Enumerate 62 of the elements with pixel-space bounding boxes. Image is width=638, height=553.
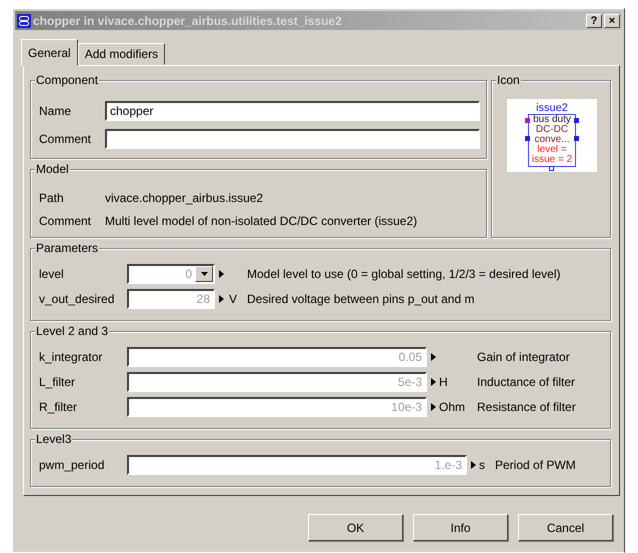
dialog-button[interactable]: OK (308, 514, 403, 541)
connector-pin (525, 136, 530, 141)
model-label: Comment (39, 214, 92, 228)
connector-pin (525, 118, 530, 123)
parameter-description: Inductance of filter (477, 374, 576, 388)
parameter-field[interactable]: 1.e-3 (127, 454, 467, 474)
parameter-label: L_filter (39, 374, 76, 388)
help-button[interactable]: ? (586, 14, 602, 28)
parameter-field[interactable]: 5e-3 (127, 372, 427, 392)
connector-pin (574, 118, 579, 123)
icon-text: conve... (534, 135, 570, 145)
field-label: Name (39, 104, 72, 118)
parameter-label: k_integrator (39, 350, 104, 364)
unit-label: V (229, 292, 238, 306)
model-value: Multi level model of non-isolated DC/DC converter (issue2) (105, 214, 418, 228)
parameter-description: Period of PWM (495, 458, 577, 472)
triangle-icon[interactable] (219, 270, 225, 278)
icon-caption: issue2 (536, 102, 568, 114)
parameter-field[interactable]: 10e-3 (127, 396, 427, 416)
group-title: Level 2 and 3 (35, 324, 110, 338)
text-field[interactable]: chopper (105, 101, 480, 121)
parameter-field[interactable]: 28 (127, 288, 215, 308)
group-title: Level3 (35, 432, 72, 446)
group-title: Model (35, 162, 70, 176)
triangle-icon[interactable] (471, 460, 477, 468)
parameter-description: Resistance of filter (477, 400, 577, 414)
dialog-button[interactable]: Cancel (518, 514, 613, 541)
parameter-label: R_filter (39, 400, 78, 414)
triangle-icon[interactable] (431, 352, 437, 360)
dialog-button[interactable]: Info (413, 514, 508, 541)
field-label: Comment (39, 132, 92, 146)
triangle-icon[interactable] (219, 294, 225, 302)
parameter-description: Desired voltage between pins p_out and m (247, 292, 476, 306)
group-title: Component (35, 73, 100, 87)
caret-icon[interactable] (200, 272, 208, 276)
icon-text: DC-DC (536, 125, 568, 135)
parameter-label: pwm_period (39, 458, 106, 472)
app-icon (17, 14, 31, 28)
parameter-label: v_out_desired (39, 292, 116, 306)
model-value: vivace.chopper_airbus.issue2 (105, 191, 264, 205)
triangle-icon[interactable] (431, 402, 437, 410)
model-label: Path (39, 191, 65, 205)
parameter-label: level (39, 266, 65, 280)
window-title: chopper in vivace.chopper_airbus.utilities.test_issue2 (33, 14, 343, 28)
unit-label: s (479, 458, 486, 472)
close-button[interactable]: × (604, 14, 620, 28)
triangle-icon[interactable] (431, 378, 437, 386)
parameter-field[interactable]: 0.05 (127, 346, 427, 366)
icon-text: issue = 2 (532, 155, 572, 165)
connector-pin (574, 136, 579, 141)
text-field[interactable] (105, 129, 480, 149)
group-title: Icon (496, 73, 521, 87)
dropdown[interactable]: 0 (127, 264, 215, 284)
tab[interactable]: General (21, 39, 78, 66)
parameter-description: Model level to use (0 = global setting, 1/2/3 = desired level) (247, 266, 562, 280)
parameter-description: Gain of integrator (477, 350, 571, 364)
icon-text: bus duty (533, 115, 571, 125)
group-title: Parameters (35, 241, 100, 255)
icon-text: level = (537, 145, 567, 155)
unit-label: H (439, 374, 449, 388)
tab[interactable]: Add modifiers (78, 43, 166, 65)
unit-label: Ohm (439, 400, 466, 414)
